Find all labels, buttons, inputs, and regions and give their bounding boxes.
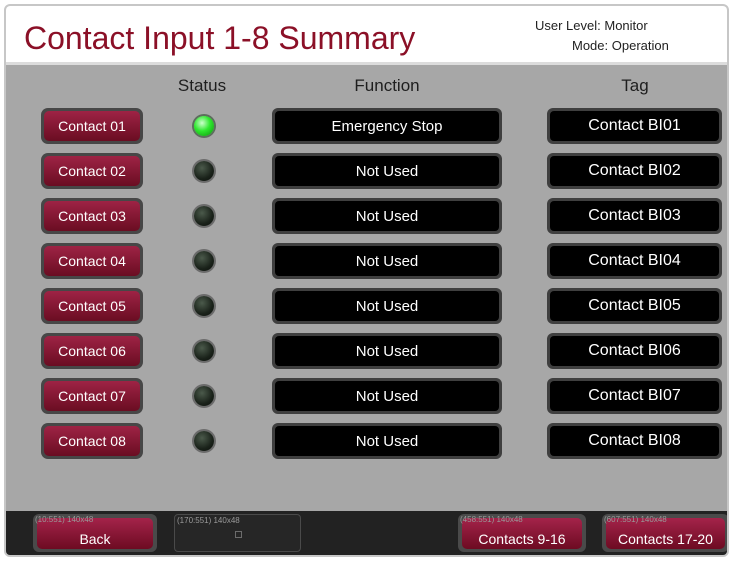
contact-02-button[interactable]: Contact 02 [41,153,143,189]
blank-button[interactable]: (170:551) 140x48 [174,514,301,552]
blank-button-indicator [235,531,242,538]
function-field-6[interactable]: Not Used [272,333,502,369]
contact-08-button[interactable]: Contact 08 [41,423,143,459]
function-value-2: Not Used [275,156,499,186]
contact-05-label: Contact 05 [44,291,140,321]
function-field-1[interactable]: Emergency Stop [272,108,502,144]
tag-field-7[interactable]: Contact BI07 [547,378,722,414]
contact-03-button[interactable]: Contact 03 [41,198,143,234]
column-header-tag: Tag [621,76,649,95]
contact-07-button[interactable]: Contact 07 [41,378,143,414]
contacts-17-20-label: Contacts 17-20 [618,531,713,547]
back-button[interactable]: (10:551) 140x48 Back [33,514,157,552]
tag-field-4[interactable]: Contact BI04 [547,243,722,279]
contact-01-button[interactable]: Contact 01 [41,108,143,144]
function-value-3: Not Used [275,201,499,231]
status-led-3 [194,206,214,226]
contact-08-label: Contact 08 [44,426,140,456]
footer-bar: (10:551) 140x48 Back (170:551) 140x48 (4… [6,511,727,555]
tag-value-2: Contact BI02 [550,156,719,186]
contact-row-1: Contact 01 Emergency Stop Contact BI01 [6,108,727,148]
contact-07-label: Contact 07 [44,381,140,411]
contact-row-5: Contact 05 Not Used Contact BI05 [6,288,727,328]
tag-value-1: Contact BI01 [550,111,719,141]
status-led-5 [194,296,214,316]
contact-06-label: Contact 06 [44,336,140,366]
tag-value-8: Contact BI08 [550,426,719,456]
function-value-4: Not Used [275,246,499,276]
contact-04-button[interactable]: Contact 04 [41,243,143,279]
contact-03-label: Contact 03 [44,201,140,231]
tag-value-3: Contact BI03 [550,201,719,231]
tag-field-6[interactable]: Contact BI06 [547,333,722,369]
contact-02-label: Contact 02 [44,156,140,186]
page-title: Contact Input 1-8 Summary [24,20,416,56]
screen-frame: Contact Input 1-8 Summary User Level: Mo… [4,4,729,557]
status-led-4 [194,251,214,271]
contact-row-7: Contact 07 Not Used Contact BI07 [6,378,727,418]
tag-value-7: Contact BI07 [550,381,719,411]
status-led-1 [194,116,214,136]
function-field-3[interactable]: Not Used [272,198,502,234]
contact-06-button[interactable]: Contact 06 [41,333,143,369]
back-button-label: Back [79,531,111,547]
function-value-8: Not Used [275,426,499,456]
tag-field-1[interactable]: Contact BI01 [547,108,722,144]
status-led-8 [194,431,214,451]
user-level-text: User Level: Monitor [535,18,648,33]
function-field-2[interactable]: Not Used [272,153,502,189]
function-value-1: Emergency Stop [275,111,499,141]
back-button-debug-label: (10:551) 140x48 [35,515,94,524]
contact-row-3: Contact 03 Not Used Contact BI03 [6,198,727,238]
function-value-7: Not Used [275,381,499,411]
contacts-9-16-button[interactable]: (458:551) 140x48 Contacts 9-16 [458,514,586,552]
tag-field-8[interactable]: Contact BI08 [547,423,722,459]
function-field-8[interactable]: Not Used [272,423,502,459]
tag-value-6: Contact BI06 [550,336,719,366]
column-header-function: Function [354,76,420,95]
contact-05-button[interactable]: Contact 05 [41,288,143,324]
status-led-6 [194,341,214,361]
function-value-6: Not Used [275,336,499,366]
contact-row-8: Contact 08 Not Used Contact BI08 [6,423,727,463]
contacts-17-20-debug-label: (607:551) 140x48 [604,515,667,524]
column-header-status: Status [177,76,227,95]
tag-field-3[interactable]: Contact BI03 [547,198,722,234]
blank-button-debug-label: (170:551) 140x48 [177,516,240,525]
tag-field-2[interactable]: Contact BI02 [547,153,722,189]
contacts-17-20-button[interactable]: (607:551) 140x48 Contacts 17-20 [602,514,727,552]
header-bar: Contact Input 1-8 Summary User Level: Mo… [6,6,727,65]
function-value-5: Not Used [275,291,499,321]
status-led-2 [194,161,214,181]
contact-row-6: Contact 06 Not Used Contact BI06 [6,333,727,373]
contact-row-4: Contact 04 Not Used Contact BI04 [6,243,727,283]
contact-04-label: Contact 04 [44,246,140,276]
function-field-7[interactable]: Not Used [272,378,502,414]
contact-01-label: Contact 01 [44,111,140,141]
tag-value-5: Contact BI05 [550,291,719,321]
function-field-5[interactable]: Not Used [272,288,502,324]
tag-field-5[interactable]: Contact BI05 [547,288,722,324]
tag-value-4: Contact BI04 [550,246,719,276]
contacts-9-16-debug-label: (458:551) 140x48 [460,515,523,524]
contacts-9-16-label: Contacts 9-16 [478,531,566,547]
status-led-7 [194,386,214,406]
contact-row-2: Contact 02 Not Used Contact BI02 [6,153,727,193]
function-field-4[interactable]: Not Used [272,243,502,279]
mode-text: Mode: Operation [572,38,669,53]
